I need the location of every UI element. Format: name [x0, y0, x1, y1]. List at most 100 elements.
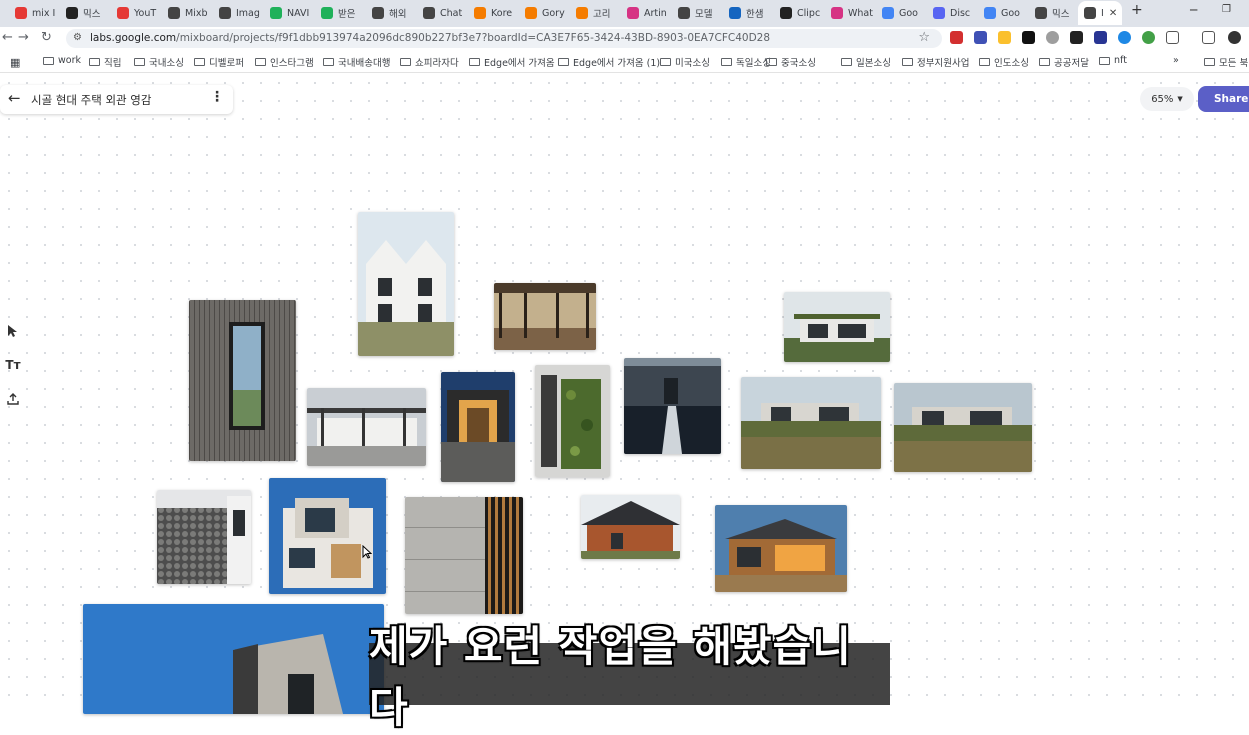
tab-favicon-icon [117, 7, 129, 19]
browser-tab[interactable]: Goo [984, 1, 1034, 25]
bookmark-folder[interactable]: Edge에서 가져옴 [469, 55, 555, 69]
extension-dark-icon[interactable] [1070, 31, 1083, 44]
browser-tab[interactable]: 고리 [576, 1, 626, 25]
image-brick-dark-roof-house[interactable] [581, 495, 680, 559]
bookmark-folder[interactable]: 국내배송대행 [323, 55, 390, 69]
browser-tab[interactable]: NAVI [270, 1, 320, 25]
text-tool-icon[interactable]: Tт [4, 356, 22, 374]
restore-icon[interactable]: ❐ [1222, 4, 1231, 15]
tab-label: Clipc [797, 7, 821, 19]
bookmark-label: 일본소싱 [856, 58, 891, 69]
image-brick-modern-building[interactable] [83, 604, 384, 714]
back-nav-icon[interactable]: ← [2, 30, 13, 45]
bookmark-folder[interactable]: 중국소싱 [766, 55, 816, 69]
extensions-puzzle-icon[interactable] [1166, 31, 1179, 44]
browser-tab[interactable]: Kore [474, 1, 524, 25]
bookmark-folder[interactable]: 디벨로퍼 [194, 55, 244, 69]
site-info-icon[interactable]: ⚙ [73, 32, 82, 43]
apps-grid-icon[interactable]: ▦ [10, 56, 20, 69]
browser-tab[interactable]: Clipc [780, 1, 830, 25]
tab-favicon-icon [219, 7, 231, 19]
image-lit-entrance[interactable] [441, 372, 515, 482]
image-grass-roof-house-2[interactable] [894, 383, 1032, 472]
bookmark-folder[interactable]: 독일소싱 [721, 55, 771, 69]
board-title[interactable]: 시골 현대 주택 외관 영감 [31, 92, 151, 108]
extension-k-icon[interactable] [974, 31, 987, 44]
minimize-icon[interactable]: ─ [1190, 3, 1197, 17]
extension-gray-icon[interactable] [1046, 31, 1059, 44]
image-wood-house-sunset[interactable] [715, 505, 847, 592]
bookmark-folder[interactable]: 쇼피라자다 [400, 55, 459, 69]
browser-tab[interactable]: What [831, 1, 881, 25]
bookmark-folder[interactable]: 미국소싱 [660, 55, 710, 69]
folder-icon [558, 58, 569, 66]
image-glass-house-reflection[interactable] [624, 358, 721, 454]
upload-icon[interactable] [4, 390, 22, 408]
image-porch-walkway[interactable] [494, 283, 596, 350]
extension-s-icon[interactable] [950, 31, 963, 44]
browser-tab[interactable]: Gory [525, 1, 575, 25]
browser-tab[interactable]: Artin [627, 1, 677, 25]
browser-tab[interactable]: Imag [219, 1, 269, 25]
browser-tab[interactable]: Disc [933, 1, 983, 25]
browser-tab[interactable]: 믹스 [66, 1, 116, 25]
bookmark-label: 직립 [104, 58, 122, 69]
all-bookmarks-folder[interactable]: 모든 북 [1204, 55, 1248, 69]
tab-label: 받은 [338, 9, 356, 20]
bookmark-folder[interactable]: Edge에서 가져옴 (1) [558, 55, 660, 69]
bookmark-folder[interactable]: nft [1099, 55, 1127, 66]
bookmark-label: 디벨로퍼 [209, 58, 244, 69]
bookmark-folder[interactable]: 정부지원사업 [902, 55, 969, 69]
browser-tab[interactable]: 해외 [372, 1, 422, 25]
browser-tab[interactable]: I ✕ [1078, 1, 1122, 25]
image-concrete-wood-texture[interactable] [405, 497, 523, 614]
bookmark-label: 인도소싱 [994, 58, 1029, 69]
media-control-icon[interactable] [1202, 31, 1215, 44]
bookmark-folder[interactable]: 인도소싱 [979, 55, 1029, 69]
bookmark-folder[interactable]: 일본소싱 [841, 55, 891, 69]
image-grass-roof-house[interactable] [741, 377, 881, 469]
browser-tab[interactable]: 받은 [321, 1, 371, 25]
select-tool-icon[interactable] [4, 322, 22, 340]
image-gabion-wall[interactable] [157, 490, 251, 584]
browser-tab[interactable]: Chat [423, 1, 473, 25]
more-options-icon[interactable]: ⋮ [210, 89, 224, 105]
extension-green-icon[interactable] [1142, 31, 1155, 44]
bookmarks-more-icon[interactable]: » [1173, 55, 1179, 66]
extension-shield-icon[interactable] [1094, 31, 1107, 44]
bookmark-folder[interactable]: 인스타그램 [255, 55, 314, 69]
bookmark-star-icon[interactable]: ☆ [918, 30, 930, 45]
notion-icon[interactable] [1022, 31, 1035, 44]
browser-tab[interactable]: mix I [15, 1, 65, 25]
image-green-wall-door[interactable] [535, 365, 610, 477]
bookmark-folder[interactable]: work [43, 55, 81, 66]
extension-blue-icon[interactable] [1118, 31, 1131, 44]
forward-nav-icon[interactable]: → [18, 30, 29, 45]
share-button[interactable]: Share [1198, 86, 1249, 112]
tab-favicon-icon [321, 7, 333, 19]
browser-tab[interactable]: YouT [117, 1, 167, 25]
folder-icon [1099, 56, 1110, 65]
browser-tab[interactable]: 모델 [678, 1, 728, 25]
tab-close-icon[interactable]: ✕ [1109, 8, 1117, 19]
tab-favicon-icon [780, 7, 792, 19]
new-tab-icon[interactable]: + [1131, 2, 1143, 18]
image-white-gable-houses[interactable] [358, 212, 454, 356]
image-wood-wall-window[interactable] [189, 300, 296, 461]
bookmark-folder[interactable]: 직립 [89, 55, 121, 69]
url-field[interactable]: ⚙ labs.google.com/mixboard/projects/f9f1… [66, 29, 942, 48]
browser-tab[interactable]: 한샘 [729, 1, 779, 25]
back-arrow-icon[interactable]: ← [8, 89, 21, 107]
reload-icon[interactable]: ↻ [41, 30, 52, 45]
browser-tab[interactable]: Goo [882, 1, 932, 25]
bookmark-folder[interactable]: 공공저달 [1039, 55, 1089, 69]
image-stacked-box-house[interactable] [269, 478, 386, 594]
profile-avatar[interactable] [1228, 31, 1241, 44]
tab-label: Goo [1001, 7, 1020, 19]
image-white-house-pergola[interactable] [307, 388, 426, 466]
browser-tab[interactable]: Mixb [168, 1, 218, 25]
extension-yellow-icon[interactable] [998, 31, 1011, 44]
zoom-control[interactable]: 65% ▼ [1140, 87, 1194, 111]
bookmark-folder[interactable]: 국내소싱 [134, 55, 184, 69]
image-modern-house-hillside[interactable] [784, 292, 890, 362]
